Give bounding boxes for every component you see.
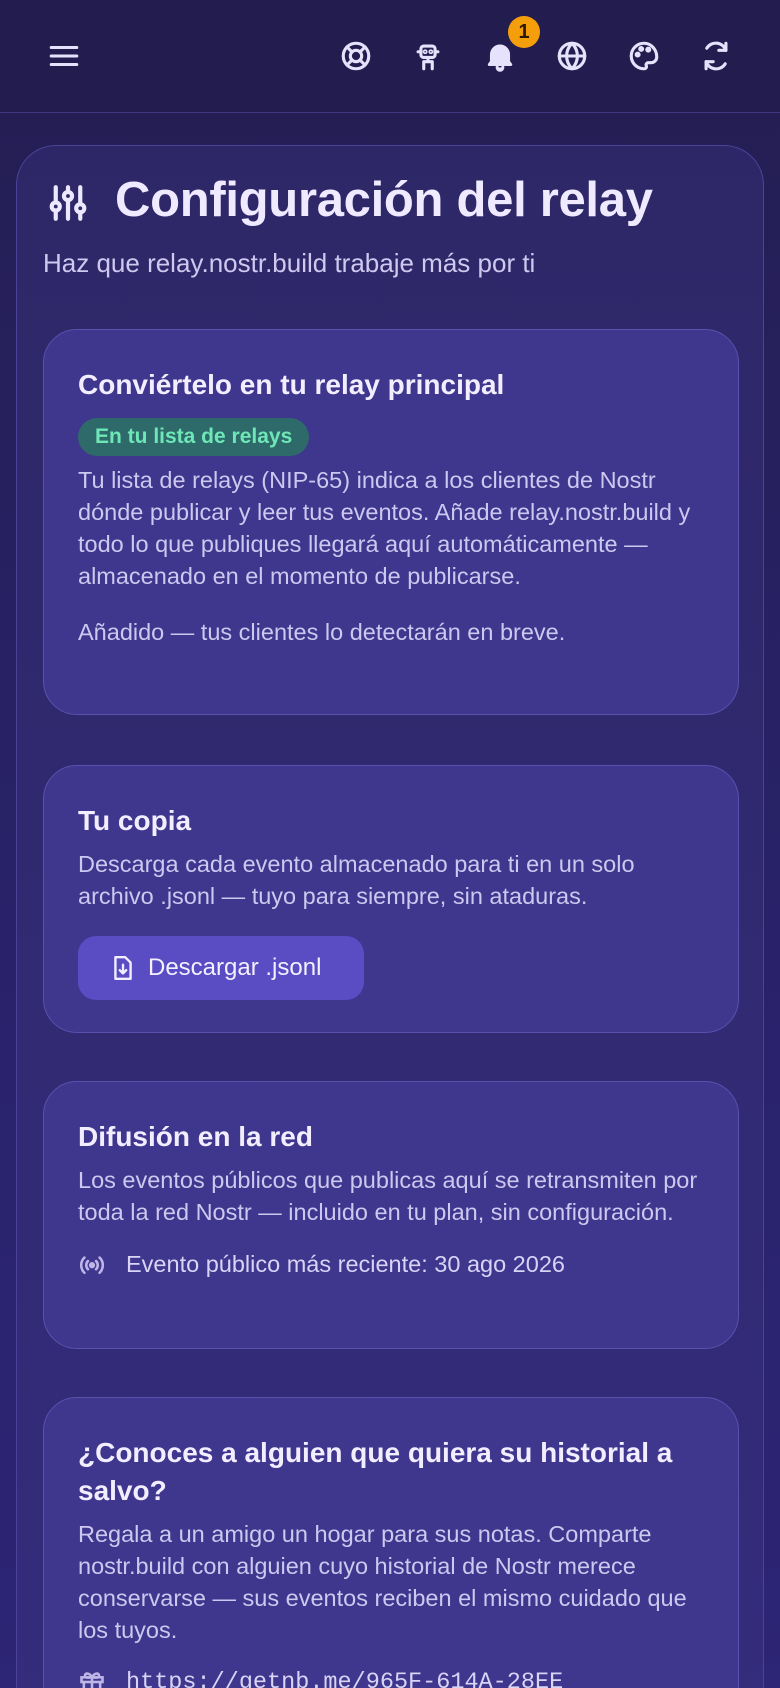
page-title: Configuración del relay bbox=[115, 173, 653, 227]
relay-settings-panel: Configuración del relay Haz que relay.no… bbox=[16, 145, 764, 1688]
broadcast-icon bbox=[79, 1256, 105, 1275]
card-description: Tu lista de relays (NIP-65) indica a los… bbox=[78, 467, 691, 589]
menu-icon[interactable] bbox=[40, 32, 88, 80]
lifebuoy-icon[interactable] bbox=[332, 32, 380, 80]
download-jsonl-button[interactable]: Descargar .jsonl bbox=[78, 936, 364, 1000]
card-description: Descarga cada evento almacenado para ti … bbox=[78, 851, 635, 909]
card-title: ¿Conoces a alguien que quiera su histori… bbox=[78, 1437, 673, 1506]
page-subtitle: Haz que relay.nostr.build trabaje más po… bbox=[43, 248, 536, 278]
referral-card: ¿Conoces a alguien que quiera su histori… bbox=[43, 1397, 739, 1688]
card-title: Tu copia bbox=[78, 805, 192, 836]
globe-icon[interactable] bbox=[548, 32, 596, 80]
latest-event-text: Evento público más reciente: 30 ago 2026 bbox=[126, 1250, 565, 1277]
copy-card: Tu copia Descarga cada evento almacenado… bbox=[43, 765, 739, 1033]
card-title: Conviértelo en tu relay principal bbox=[78, 369, 505, 400]
sliders-icon bbox=[47, 182, 89, 224]
status-badge: En tu lista de relays bbox=[78, 418, 310, 456]
status-note: Añadido — tus clientes lo detectarán en … bbox=[78, 619, 566, 645]
card-description: Los eventos públicos que publicas aquí s… bbox=[78, 1167, 698, 1225]
notification-badge: 1 bbox=[508, 16, 540, 48]
referral-link-row[interactable]: https://getnb.me/965F-614A-28EE bbox=[78, 1668, 704, 1688]
gift-icon bbox=[80, 1672, 104, 1688]
robot-icon[interactable] bbox=[404, 32, 452, 80]
refresh-icon[interactable] bbox=[692, 32, 740, 80]
download-button-label: Descargar .jsonl bbox=[148, 954, 322, 981]
referral-link[interactable]: https://getnb.me/965F-614A-28EE bbox=[126, 1669, 563, 1688]
palette-icon[interactable] bbox=[620, 32, 668, 80]
latest-event-row: Evento público más reciente: 30 ago 2026 bbox=[78, 1250, 704, 1278]
top-bar: 1 bbox=[0, 0, 780, 113]
card-description: Regala a un amigo un hogar para sus nota… bbox=[78, 1521, 687, 1643]
broadcast-card: Difusión en la red Los eventos públicos … bbox=[43, 1081, 739, 1349]
card-title: Difusión en la red bbox=[78, 1121, 313, 1152]
file-download-icon bbox=[114, 955, 132, 981]
primary-relay-card: Conviértelo en tu relay principal En tu … bbox=[43, 329, 739, 715]
